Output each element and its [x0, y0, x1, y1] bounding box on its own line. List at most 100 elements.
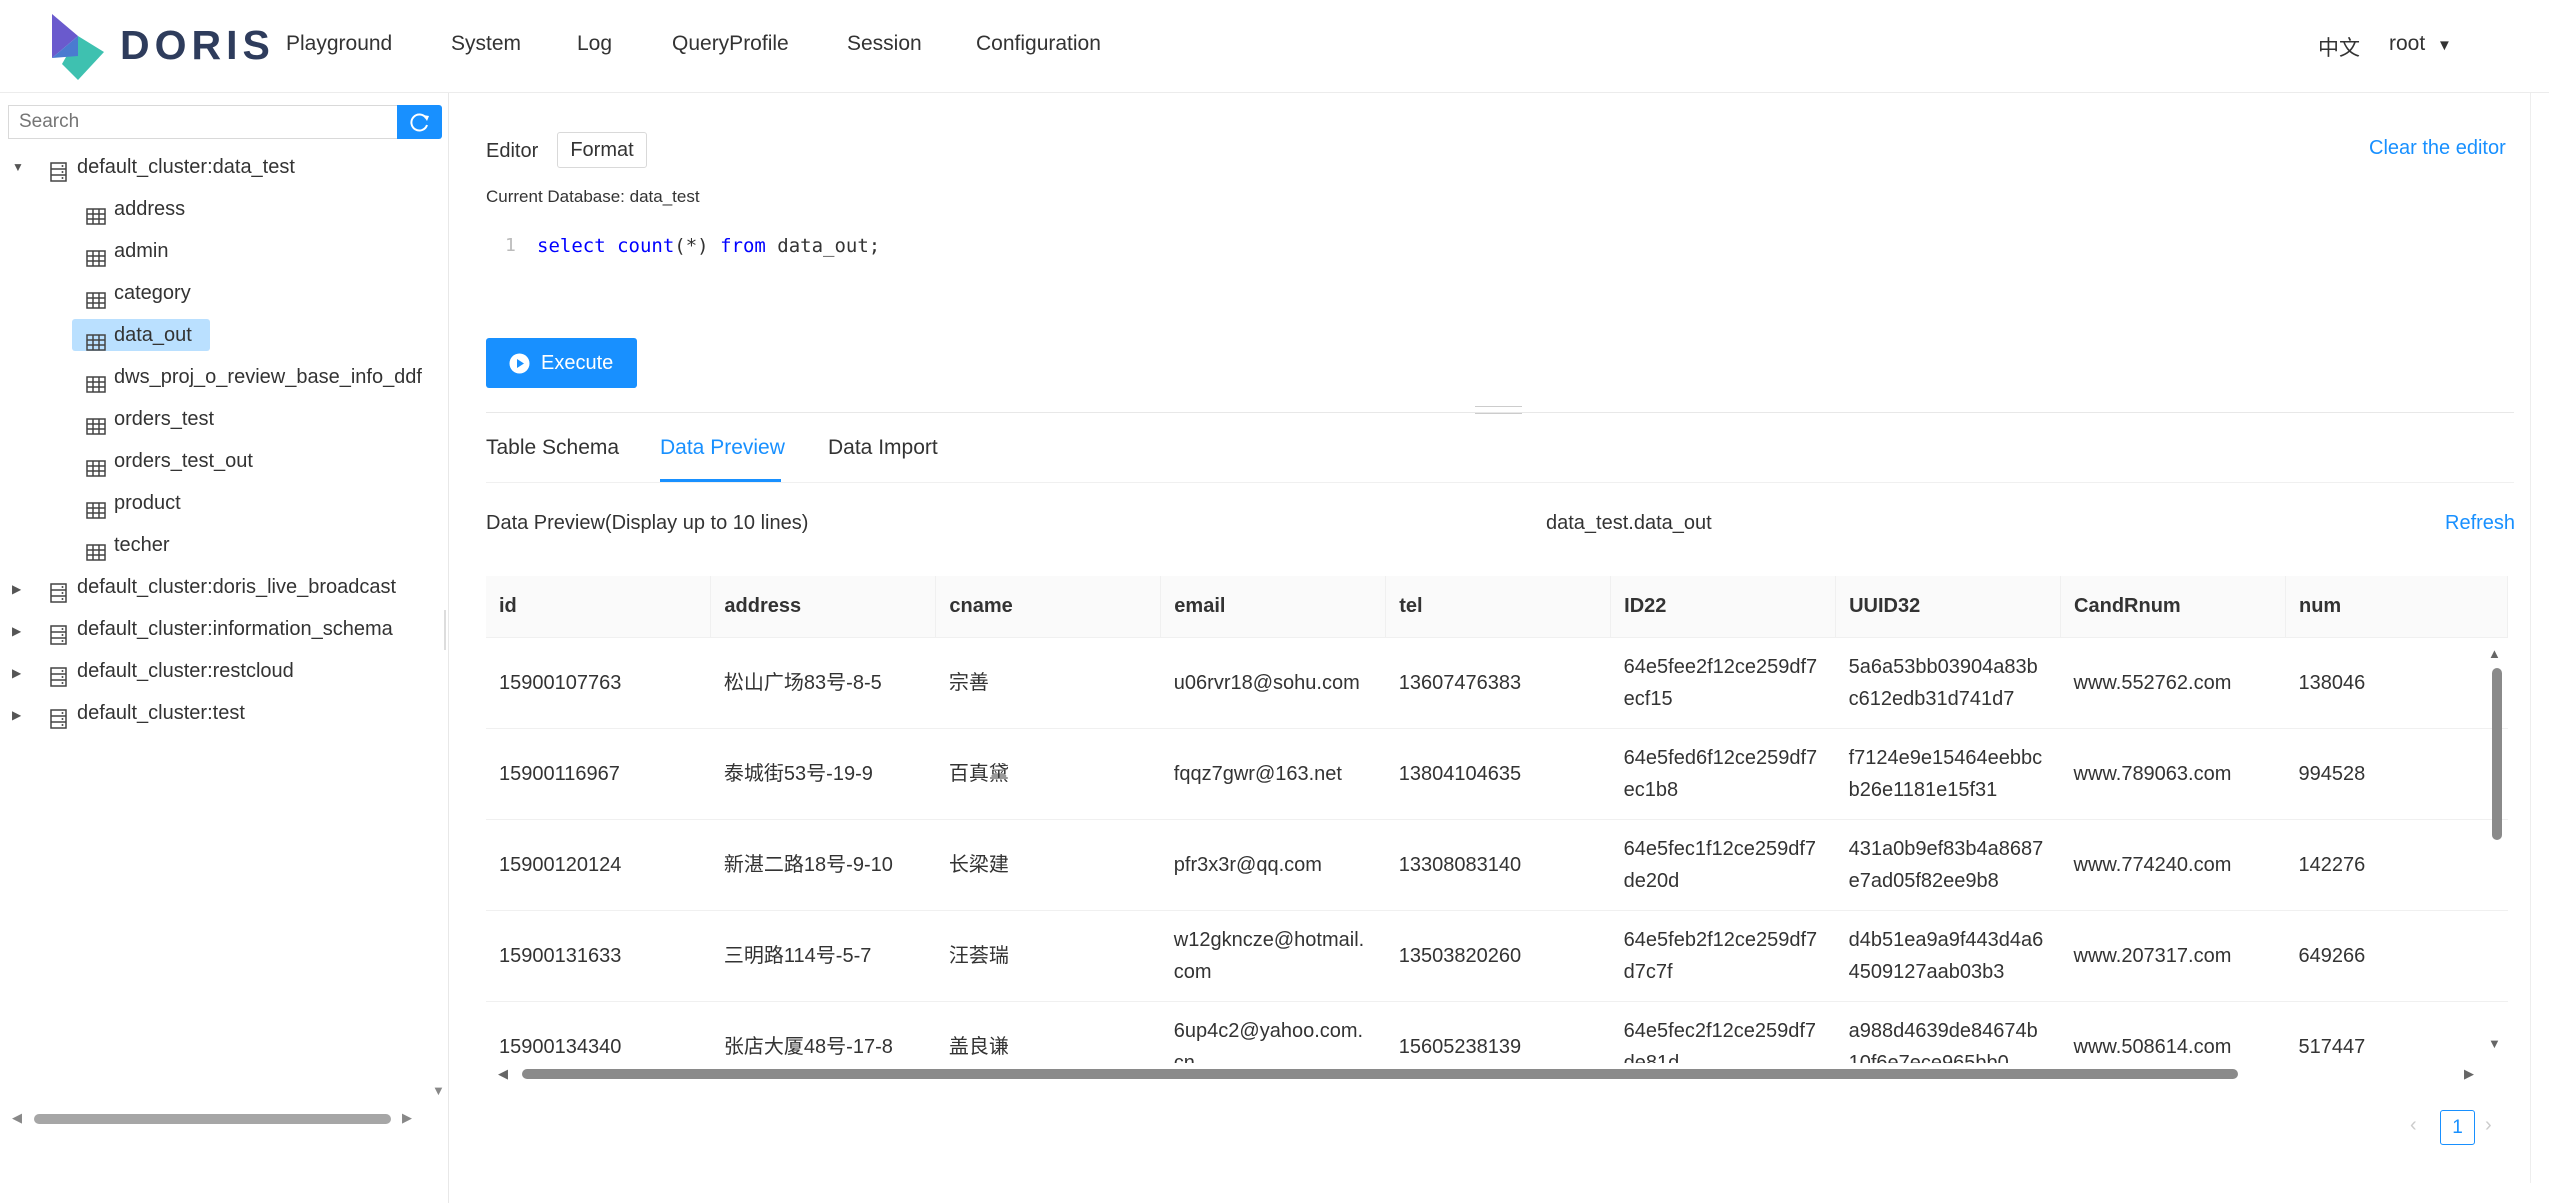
- execute-button[interactable]: Execute: [486, 338, 637, 388]
- column-header-CandRnum[interactable]: CandRnum: [2060, 576, 2286, 638]
- tree-db-item[interactable]: ▶ default_cluster:test: [0, 694, 440, 736]
- preview-table-name: data_test.data_out: [1546, 512, 1712, 534]
- clear-editor-link[interactable]: Clear the editor: [2369, 137, 2506, 160]
- format-button[interactable]: Format: [557, 132, 647, 168]
- table-label: address: [114, 198, 186, 220]
- prev-page-icon[interactable]: ‹: [2410, 1114, 2417, 1137]
- table-scroll-right-icon[interactable]: ▶: [2464, 1066, 2474, 1082]
- table-cell: www.207317.com: [2060, 910, 2286, 1002]
- tree-table-orders_test[interactable]: orders_test: [0, 400, 440, 442]
- table-scroll-left-icon[interactable]: ◀: [498, 1066, 508, 1082]
- table-cell: 64e5fec2f12ce259df7de81d: [1610, 1001, 1836, 1063]
- tree-table-techer[interactable]: techer: [0, 526, 440, 568]
- column-header-id[interactable]: id: [486, 576, 712, 638]
- preview-title: Data Preview(Display up to 10 lines): [486, 512, 809, 534]
- sql-keyword: count: [617, 235, 675, 257]
- table-horizontal-scrollbar[interactable]: [522, 1069, 2238, 1079]
- page-scrollbar-track: [2530, 93, 2531, 1183]
- tree-table-data_out[interactable]: data_out: [0, 316, 440, 358]
- tree-db-data-test[interactable]: ▼ default_cluster:data_test: [0, 148, 440, 190]
- caret-right-icon[interactable]: ▶: [12, 612, 21, 650]
- caret-down-icon[interactable]: ▼: [12, 148, 24, 186]
- caret-right-icon[interactable]: ▶: [12, 696, 21, 734]
- tree-table-address[interactable]: address: [0, 190, 440, 232]
- table-cell: w12gkncze@hotmail.com: [1160, 910, 1386, 1002]
- nav-queryprofile[interactable]: QueryProfile: [672, 32, 789, 56]
- scroll-left-arrow-icon[interactable]: ◀: [12, 1110, 22, 1126]
- search-refresh-button[interactable]: [397, 105, 442, 139]
- column-header-cname[interactable]: cname: [935, 576, 1162, 638]
- tree-table-orders_test_out[interactable]: orders_test_out: [0, 442, 440, 484]
- caret-right-icon[interactable]: ▶: [12, 654, 21, 692]
- table-label: data_out: [114, 324, 192, 346]
- table-scroll-down-icon[interactable]: ▼: [2488, 1036, 2501, 1051]
- tree-db-item[interactable]: ▶ default_cluster:restcloud: [0, 652, 440, 694]
- nav-session[interactable]: Session: [847, 32, 922, 56]
- nav-system[interactable]: System: [451, 32, 521, 56]
- db-tree: ▼ default_cluster:data_test address admin…: [0, 148, 440, 736]
- tree-db-item[interactable]: ▶ default_cluster:information_schema: [0, 610, 440, 652]
- table-cell: fqqz7gwr@163.net: [1160, 728, 1386, 820]
- column-header-num[interactable]: num: [2285, 576, 2508, 638]
- user-name: root: [2389, 32, 2426, 55]
- table-cell: 142276: [2285, 819, 2508, 911]
- scroll-down-arrow-icon[interactable]: ▼: [432, 1083, 445, 1098]
- tree-table-admin[interactable]: admin: [0, 232, 440, 274]
- table-cell: a988d4639de84674b10f6e7ece965bb0: [1835, 1001, 2061, 1063]
- tree-table-category[interactable]: category: [0, 274, 440, 316]
- table-cell: u06rvr18@sohu.com: [1160, 637, 1386, 729]
- column-header-UUID32[interactable]: UUID32: [1835, 576, 2062, 638]
- tab-table-schema[interactable]: Table Schema: [486, 436, 619, 460]
- table-cell: 15900120124: [486, 819, 711, 911]
- page-number-button[interactable]: 1: [2440, 1110, 2475, 1145]
- tree-table-dws_proj_o_review_base_info_ddf[interactable]: dws_proj_o_review_base_info_ddf: [0, 358, 440, 400]
- table-label: orders_test_out: [114, 450, 253, 472]
- column-header-email[interactable]: email: [1160, 576, 1387, 638]
- language-switch[interactable]: 中文: [2318, 32, 2360, 62]
- nav-configuration[interactable]: Configuration: [976, 32, 1101, 56]
- nav-log[interactable]: Log: [577, 32, 612, 56]
- tab-data-preview[interactable]: Data Preview: [660, 436, 785, 460]
- db-label: default_cluster:data_test: [77, 156, 295, 178]
- caret-right-icon[interactable]: ▶: [12, 570, 21, 608]
- editor-label: Editor: [486, 140, 539, 162]
- table-cell: 431a0b9ef83b4a8687e7ad05f82ee9b8: [1835, 819, 2061, 911]
- line-number: 1: [505, 235, 516, 256]
- refresh-link[interactable]: Refresh: [2445, 512, 2515, 535]
- table-cell: www.552762.com: [2060, 637, 2286, 729]
- table-vertical-scrollbar[interactable]: [2492, 668, 2502, 840]
- table-label: product: [114, 492, 181, 514]
- table-cell: 649266: [2285, 910, 2508, 1002]
- table-cell: 张店大厦48号-17-8: [710, 1001, 936, 1063]
- table-cell: 64e5fed6f12ce259df7ec1b8: [1610, 728, 1836, 820]
- tree-db-item[interactable]: ▶ default_cluster:doris_live_broadcast: [0, 568, 440, 610]
- table-cell: 13308083140: [1385, 819, 1611, 911]
- column-header-tel[interactable]: tel: [1385, 576, 1612, 638]
- table-cell: 汪荟瑞: [935, 910, 1161, 1002]
- tab-data-import[interactable]: Data Import: [828, 436, 938, 460]
- db-label: default_cluster:doris_live_broadcast: [77, 576, 397, 598]
- resize-grip-icon[interactable]: [1475, 406, 1522, 414]
- column-header-address[interactable]: address: [710, 576, 937, 638]
- sql-keyword: select: [537, 235, 606, 257]
- scroll-right-arrow-icon[interactable]: ▶: [402, 1110, 412, 1126]
- next-page-icon[interactable]: ›: [2485, 1114, 2492, 1137]
- table-scroll-up-icon[interactable]: ▲: [2488, 646, 2501, 661]
- tree-table-product[interactable]: product: [0, 484, 440, 526]
- table-cell: 64e5feb2f12ce259df7d7c7f: [1610, 910, 1836, 1002]
- sidebar-horizontal-scrollbar[interactable]: [34, 1114, 391, 1124]
- table-cell: 994528: [2285, 728, 2508, 820]
- db-label: default_cluster:restcloud: [77, 660, 294, 682]
- sidebar-resize-handle[interactable]: [444, 610, 446, 650]
- table-cell: 宗善: [935, 637, 1161, 729]
- column-header-ID22[interactable]: ID22: [1610, 576, 1837, 638]
- table-row: 15900134340 张店大厦48号-17-8 盖良谦 6up4c2@yahoo.c…: [486, 1001, 2508, 1063]
- table-row: 15900107763 松山广场83号-8-5 宗善 u06rvr18@sohu.co…: [486, 637, 2508, 729]
- table-cell: 13503820260: [1385, 910, 1611, 1002]
- table-label: admin: [114, 240, 169, 262]
- search-input[interactable]: [8, 105, 398, 139]
- nav-playground[interactable]: Playground: [286, 32, 392, 56]
- sql-editor[interactable]: select count(*) from data_out;: [537, 235, 880, 257]
- table-label: category: [114, 282, 191, 304]
- user-menu[interactable]: root ▼: [2389, 32, 2452, 56]
